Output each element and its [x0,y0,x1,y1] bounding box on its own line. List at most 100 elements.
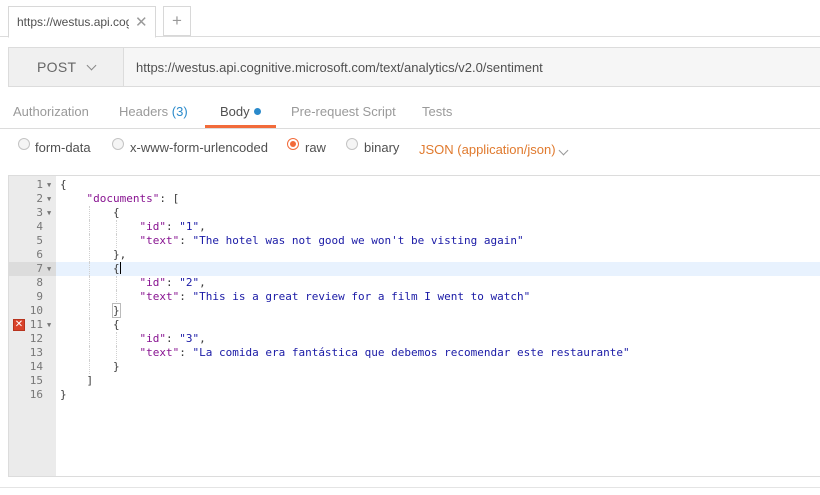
code-line[interactable]: 4 "id": "1", [9,220,820,234]
content-type-dropdown[interactable]: JSON (application/json) [419,142,556,157]
line-number-cell: 14 [9,360,56,374]
fold-arrow-icon[interactable]: ▼ [47,262,51,276]
code-text: "text": "The hotel was not good we won't… [139,234,524,247]
chevron-down-icon [86,60,97,70]
code-text: "documents": [ [86,192,180,205]
code-line[interactable]: 12 "id": "3", [9,332,820,346]
code-text: { [60,178,67,191]
code-line[interactable]: 6 }, [9,248,820,262]
url-input[interactable]: https://westus.api.cognitive.microsoft.c… [136,48,543,86]
line-number-cell: 16 [9,388,56,402]
code-text: } [112,303,121,318]
line-number-cell: 7 ▼ [9,262,56,276]
line-number: 4 [36,220,43,233]
code-editor[interactable]: 1 ▼{2 ▼ "documents": [3 ▼ {4 "id": "1", 5 "t… [8,175,820,477]
code-line[interactable]: 11 ▼ ✕ { [9,318,820,332]
fold-arrow-icon[interactable]: ▼ [47,178,51,192]
method-dropdown[interactable]: POST [9,48,124,86]
syntax-error-icon[interactable]: ✕ [13,319,25,331]
line-number-cell: 5 [9,234,56,248]
code-line[interactable]: 16} [9,388,820,402]
fold-arrow-icon[interactable]: ▼ [47,318,51,332]
code-line[interactable]: 2 ▼ "documents": [ [9,192,820,206]
code-line[interactable]: 15 ] [9,374,820,388]
line-number-cell: 9 [9,290,56,304]
line-number: 15 [29,374,43,387]
line-number-cell: 8 [9,276,56,290]
code-text: { [60,318,120,331]
code-line[interactable]: 9 "text": "This is a great review for a … [9,290,820,304]
content-type-chevron[interactable] [558,141,569,159]
tab-body-label: Body [220,104,250,119]
code-text: "id": "2", [139,276,206,289]
raw-label[interactable]: raw [305,140,326,155]
code-text: "text": "This is a great review for a fi… [139,290,531,303]
tab-headers[interactable]: Headers (3) [119,104,188,119]
code-line[interactable]: 8 "id": "2", [9,276,820,290]
tab-headers-label: Headers [119,104,169,119]
line-number-cell: 6 [9,248,56,262]
line-number: 9 [36,290,43,303]
request-tab-title: https://westus.api.cog [17,15,129,29]
tab-authorization[interactable]: Authorization [13,104,89,119]
line-number: 10 [29,304,43,317]
code-line[interactable]: 3 ▼ { [9,206,820,220]
fold-arrow-icon[interactable]: ▼ [47,206,51,220]
chevron-down-icon [558,145,569,156]
line-number-cell: 1 ▼ [9,178,56,192]
code-text: } [60,360,120,373]
urlencoded-label[interactable]: x-www-form-urlencoded [130,140,268,155]
code-line[interactable]: 13 "text": "La comida era fantástica que… [9,346,820,360]
radio-form-data[interactable] [18,138,30,150]
editor-code[interactable]: 1 ▼{2 ▼ "documents": [3 ▼ {4 "id": "1", 5 "t… [9,178,820,402]
code-line[interactable]: 7 ▼ { [9,262,820,276]
code-text: }, [60,248,127,261]
line-number-cell: 13 [9,346,56,360]
method-label: POST [37,59,77,75]
radio-binary[interactable] [346,138,358,150]
radio-raw[interactable] [287,138,299,150]
form-data-label[interactable]: form-data [35,140,91,155]
line-number: 1 [36,178,43,191]
binary-label[interactable]: binary [364,140,399,155]
tab-prerequest-script[interactable]: Pre-request Script [291,104,396,119]
request-subtabs: Authorization Headers (3) Body Pre-reque… [0,97,820,129]
line-number-cell: 10 [9,304,56,318]
line-number-cell: 11 ▼ ✕ [9,318,56,332]
line-number-cell: 2 ▼ [9,192,56,206]
tab-tests[interactable]: Tests [422,104,452,119]
code-line[interactable]: 1 ▼{ [9,178,820,192]
line-number-cell: 15 [9,374,56,388]
line-number: 7 [36,262,43,275]
code-text: { [60,262,121,275]
code-line[interactable]: 5 "text": "The hotel was not good we won… [9,234,820,248]
close-icon[interactable]: ✕ [135,15,148,30]
line-number: 14 [29,360,43,373]
line-number: 8 [36,276,43,289]
new-tab-button[interactable]: + [163,6,191,36]
line-number: 11 [29,318,43,331]
body-modified-dot-icon [253,108,261,115]
line-number: 5 [36,234,43,247]
radio-urlencoded[interactable] [112,138,124,150]
line-number: 6 [36,248,43,261]
line-number-cell: 12 [9,332,56,346]
request-bar: POST https://westus.api.cognitive.micros… [8,47,820,87]
code-line[interactable]: 14 } [9,360,820,374]
code-line[interactable]: 10 } [9,303,820,318]
code-text: "id": "3", [139,332,206,345]
line-number: 2 [36,192,43,205]
code-text: } [60,388,67,401]
body-mode-selector: form-data x-www-form-urlencoded raw bina… [0,137,820,161]
line-number-cell: 4 [9,220,56,234]
tab-body[interactable]: Body [220,104,261,119]
code-text: { [60,206,120,219]
divider [0,487,820,488]
headers-count-badge: (3) [171,104,188,119]
fold-arrow-icon[interactable]: ▼ [47,192,51,206]
request-tab[interactable]: https://westus.api.cog ✕ [8,6,156,38]
line-number-cell: 3 ▼ [9,206,56,220]
line-number: 16 [29,388,43,401]
code-text: "text": "La comida era fantástica que de… [139,346,630,359]
line-number: 12 [29,332,43,345]
